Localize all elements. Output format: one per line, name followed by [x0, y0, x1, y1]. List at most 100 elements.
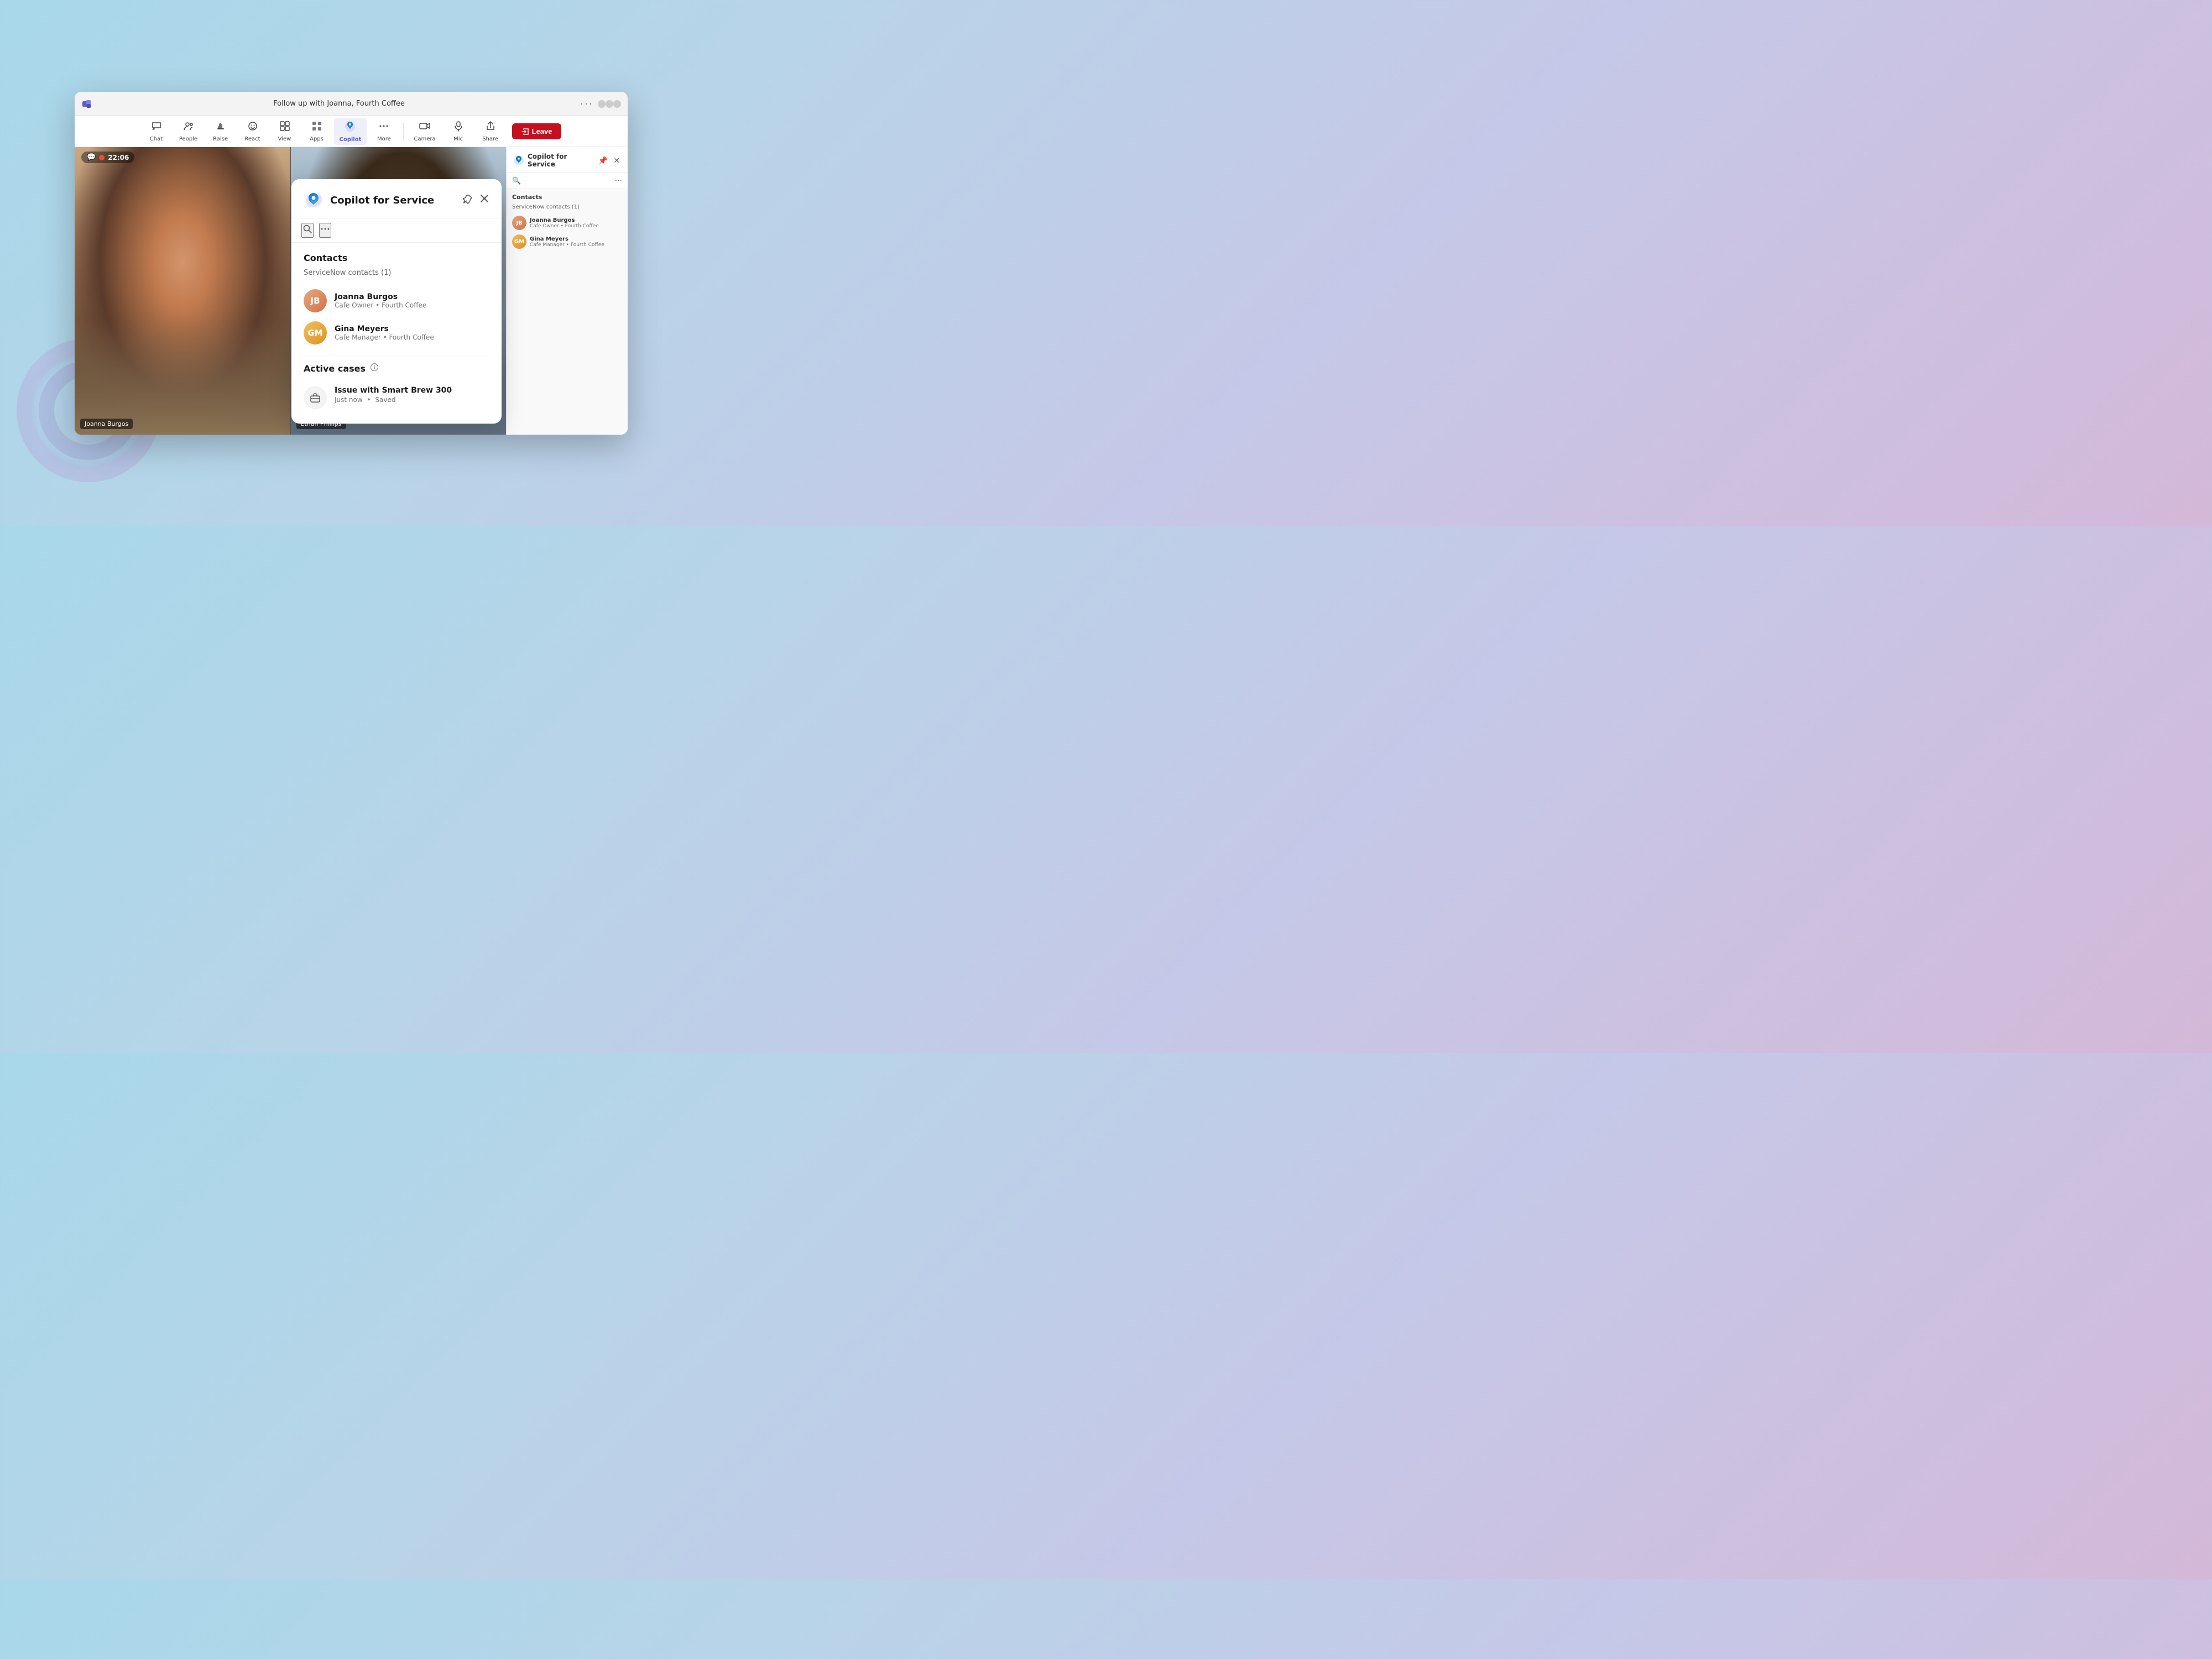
- maximize-button[interactable]: □: [606, 100, 613, 108]
- toolbar-item-copilot[interactable]: Copilot: [334, 118, 367, 145]
- toolbar-item-people[interactable]: People: [174, 118, 204, 144]
- side-contact-role-joanna: Cafe Owner • Fourth Coffee: [530, 223, 599, 229]
- side-panel-actions: 📌 ✕: [597, 155, 621, 166]
- copilot-panel-body: Contacts ServiceNow contacts (1) JB Joan…: [291, 243, 502, 424]
- cp-contacts-sub-title: ServiceNow contacts (1): [304, 269, 489, 277]
- toolbar-label-mic: Mic: [453, 136, 463, 142]
- more-icon: [378, 121, 389, 135]
- side-avatar-gina: GM: [512, 234, 526, 249]
- cp-active-cases-info-icon[interactable]: [370, 363, 379, 374]
- copilot-close-button[interactable]: [479, 194, 489, 207]
- toolbar-item-more[interactable]: More: [369, 118, 399, 144]
- meeting-toolbar: Chat People Raise React View: [75, 116, 628, 147]
- close-button[interactable]: ×: [613, 100, 621, 108]
- toolbar-item-mic[interactable]: Mic: [444, 118, 473, 144]
- cp-active-cases-title: Active cases: [304, 363, 366, 374]
- side-contacts-section: Contacts ServiceNow contacts (1) JB Joan…: [507, 189, 628, 435]
- cp-avatar-gina: GM: [304, 321, 327, 345]
- side-panel-title: Copilot for Service: [528, 153, 594, 168]
- cp-case-name-0: Issue with Smart Brew 300: [335, 386, 452, 395]
- leave-button[interactable]: Leave: [512, 123, 561, 139]
- name-tag-joanna: Joanna Burgos: [80, 419, 133, 429]
- toolbar-label-raise: Raise: [213, 136, 228, 142]
- title-bar: Follow up with Joanna, Fourth Coffee ···…: [75, 92, 628, 116]
- share-icon: [485, 121, 496, 135]
- toolbar-item-chat[interactable]: Chat: [142, 118, 171, 144]
- video-panel-left: Joanna Burgos: [75, 147, 290, 435]
- side-contact-joanna[interactable]: JB Joanna Burgos Cafe Owner • Fourth Cof…: [512, 213, 622, 232]
- toolbar-label-camera: Camera: [414, 136, 435, 142]
- chat-icon: [151, 121, 162, 135]
- side-contact-info-gina: Gina Meyers Cafe Manager • Fourth Coffee: [530, 236, 604, 248]
- copilot-more-button[interactable]: [319, 223, 331, 238]
- title-more-button[interactable]: ···: [580, 98, 593, 109]
- toolbar-label-more: More: [377, 136, 391, 142]
- teams-logo-icon: [81, 98, 92, 109]
- toolbar-item-react[interactable]: React: [238, 118, 268, 144]
- recording-chat-icon: 💬: [87, 153, 96, 161]
- cp-contact-name-gina: Gina Meyers: [335, 325, 434, 333]
- window-title: Follow up with Joanna, Fourth Coffee: [98, 100, 580, 108]
- apps-icon: [311, 121, 322, 135]
- side-contact-role-gina: Cafe Manager • Fourth Coffee: [530, 242, 604, 248]
- side-contact-gina[interactable]: GM Gina Meyers Cafe Manager • Fourth Cof…: [512, 232, 622, 251]
- cp-case-icon-wrap: [304, 386, 327, 409]
- copilot-panel-header: Copilot for Service: [291, 179, 502, 218]
- recording-dot: [99, 155, 105, 160]
- toolbar-item-raise[interactable]: Raise: [206, 118, 236, 144]
- side-panel-close-button[interactable]: ✕: [612, 155, 621, 166]
- recording-bar: 💬 22:06: [81, 152, 134, 163]
- side-panel-pin-button[interactable]: 📌: [597, 155, 609, 166]
- side-panel-copilot: Copilot for Service 📌 ✕ 🔍 ··· Contacts S…: [506, 147, 628, 435]
- cp-contact-role-gina: Cafe Manager • Fourth Coffee: [335, 333, 434, 341]
- cp-case-meta-0: Just now • Saved: [335, 396, 452, 404]
- side-contact-name-gina: Gina Meyers: [530, 236, 604, 242]
- raise-icon: [215, 121, 226, 135]
- cp-contact-joanna[interactable]: JB Joanna Burgos Cafe Owner • Fourth Cof…: [304, 285, 489, 317]
- toolbar-label-people: People: [179, 136, 197, 142]
- mic-icon: [453, 121, 464, 135]
- copilot-logo-small: [513, 155, 524, 166]
- copilot-toolbar: [291, 218, 502, 243]
- toolbar-item-share[interactable]: Share: [476, 118, 505, 144]
- minimize-button[interactable]: –: [598, 100, 606, 108]
- toolbar-label-react: React: [244, 136, 260, 142]
- cp-contacts-title: Contacts: [304, 253, 489, 263]
- copilot-header-actions: [463, 194, 489, 207]
- toolbar-label-share: Share: [482, 136, 498, 142]
- copilot-logo-big: [304, 190, 324, 210]
- cp-case-item-0[interactable]: Issue with Smart Brew 300 Just now • Sav…: [304, 382, 489, 414]
- cp-contact-info-gina: Gina Meyers Cafe Manager • Fourth Coffee: [335, 325, 434, 341]
- cp-contact-info-joanna: Joanna Burgos Cafe Owner • Fourth Coffee: [335, 293, 426, 309]
- cp-case-briefcase-icon: [309, 392, 321, 404]
- side-panel-more-button[interactable]: ···: [615, 176, 622, 185]
- side-panel-search-bar: 🔍 ···: [507, 173, 628, 189]
- side-contact-info-joanna: Joanna Burgos Cafe Owner • Fourth Coffee: [530, 217, 599, 229]
- side-panel-header: Copilot for Service 📌 ✕: [507, 147, 628, 173]
- cp-contact-name-joanna: Joanna Burgos: [335, 293, 426, 301]
- person-bg-joanna: [75, 147, 290, 435]
- toolbar-label-copilot: Copilot: [340, 137, 362, 143]
- recording-time: 22:06: [108, 154, 129, 161]
- side-panel-search-icon[interactable]: 🔍: [512, 177, 521, 185]
- cp-contact-gina[interactable]: GM Gina Meyers Cafe Manager • Fourth Cof…: [304, 317, 489, 349]
- toolbar-label-chat: Chat: [150, 136, 163, 142]
- camera-icon: [419, 121, 430, 135]
- toolbar-item-apps[interactable]: Apps: [302, 118, 332, 144]
- side-avatar-joanna: JB: [512, 216, 526, 230]
- leave-icon: [521, 128, 529, 135]
- side-sub-contacts-title: ServiceNow contacts (1): [512, 204, 622, 210]
- video-area: 💬 22:06 Joanna Burgos Ethan Phillips: [75, 147, 628, 435]
- toolbar-item-camera[interactable]: Camera: [408, 118, 441, 144]
- teams-window: Follow up with Joanna, Fourth Coffee ···…: [75, 92, 628, 435]
- view-icon: [279, 121, 290, 135]
- cp-avatar-joanna: JB: [304, 289, 327, 312]
- copilot-panel-title: Copilot for Service: [330, 195, 456, 206]
- cp-active-cases-header: Active cases: [304, 363, 489, 374]
- copilot-pin-button[interactable]: [463, 194, 473, 207]
- people-icon: [183, 121, 194, 135]
- toolbar-item-view[interactable]: View: [270, 118, 300, 144]
- copilot-search-button[interactable]: [301, 223, 314, 238]
- cp-contact-role-joanna: Cafe Owner • Fourth Coffee: [335, 301, 426, 309]
- toolbar-label-view: View: [278, 136, 291, 142]
